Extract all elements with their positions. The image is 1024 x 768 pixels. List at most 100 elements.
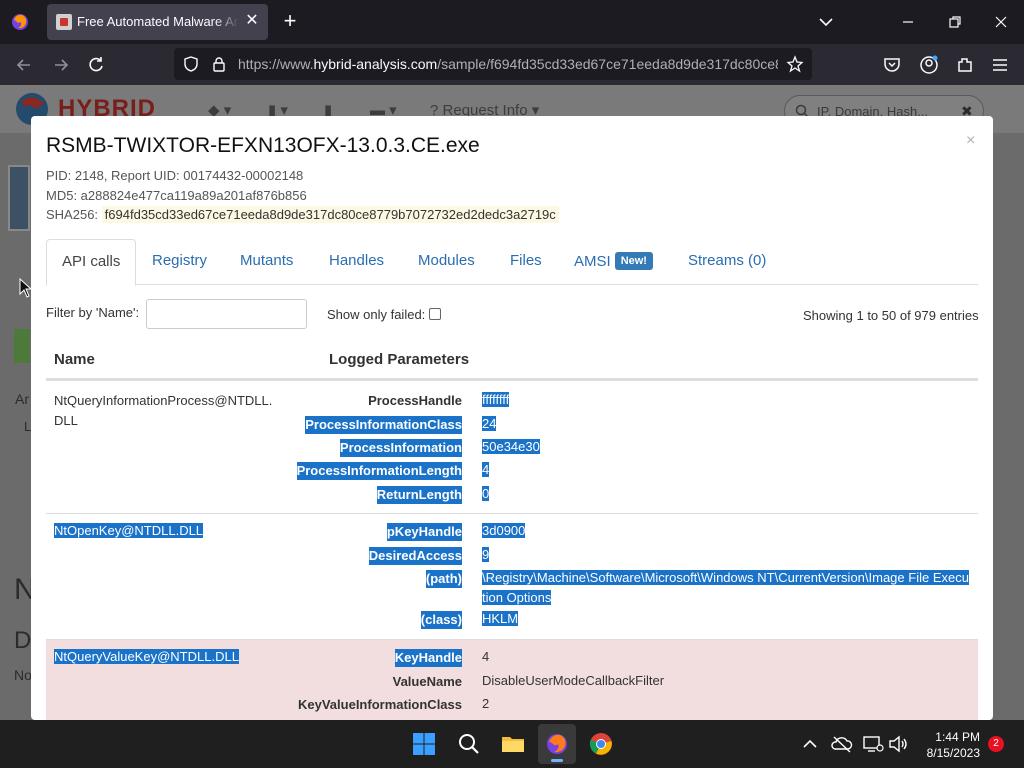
firefox-menu-icon[interactable] (10, 12, 30, 32)
lock-icon[interactable] (210, 55, 228, 73)
param-value: 50e34e30 (482, 437, 972, 457)
minimize-icon[interactable] (898, 12, 918, 32)
filter-name-input[interactable] (146, 299, 307, 329)
browser-nav-bar: https://www.hybrid-analysis.com/sample/f… (0, 44, 1024, 85)
chevron-down-icon[interactable] (816, 12, 836, 32)
notification-count-badge[interactable]: 2 (988, 736, 1004, 752)
page-text-fragment: Ar (15, 391, 29, 407)
param-key: ValueName (392, 674, 462, 689)
api-name: NtOpenKey@NTDLL.DLL (54, 521, 204, 541)
tab-mutants[interactable]: Mutants (240, 239, 293, 285)
new-badge: New! (614, 252, 653, 270)
param-key: (class) (420, 611, 462, 629)
bookmark-star-icon[interactable] (786, 55, 804, 73)
param-value: 4 (482, 649, 490, 664)
tray-chevron-up-icon[interactable] (798, 732, 822, 756)
param-value: 9 (482, 545, 972, 565)
tab-amsi[interactable]: AMSI New! (574, 239, 653, 285)
extensions-icon[interactable] (954, 54, 976, 76)
param-key: (path) (425, 570, 462, 588)
param-value-text: 3d0900 (482, 523, 526, 538)
process-filename: RSMB-TWIXTOR-EFXN13OFX-13.0.3.CE.exe (46, 134, 480, 157)
tab-api-calls[interactable]: API calls (46, 239, 137, 286)
tab-handles[interactable]: Handles (329, 239, 384, 285)
system-clock[interactable]: 1:44 PM 8/15/2023 (916, 729, 980, 761)
chrome-icon[interactable] (589, 732, 613, 756)
shield-icon[interactable] (182, 55, 200, 73)
column-name-header[interactable]: Name (54, 351, 95, 368)
entries-count: Showing 1 to 50 of 979 entries (803, 308, 979, 323)
onedrive-offline-icon[interactable] (830, 732, 854, 756)
forward-arrow-icon[interactable] (50, 54, 72, 76)
md5-line: MD5: a288824e477ca119a89a201af876b856 (46, 188, 307, 203)
param-value-text: ffffffff (482, 392, 510, 407)
tab-files[interactable]: Files (510, 239, 542, 285)
sample-thumbnail (8, 165, 30, 231)
mouse-cursor-icon (19, 278, 33, 298)
url-domain: hybrid-analysis.com (313, 56, 438, 72)
param-value: 4 (482, 460, 972, 480)
back-arrow-icon[interactable] (13, 54, 35, 76)
search-icon[interactable] (457, 732, 481, 756)
sha256-value: f694fd35cd33ed67ce71eeda8d9de317dc80ce87… (101, 206, 559, 223)
pocket-icon[interactable] (881, 54, 903, 76)
param-key: ReturnLength (376, 486, 462, 504)
param-key: ProcessHandle (368, 393, 462, 408)
param-value: HKLM (482, 609, 972, 629)
param-key: ProcessInformation (339, 439, 462, 457)
windows-taskbar: 1:44 PM 8/15/2023 2 (0, 720, 1024, 768)
firefox-icon (547, 734, 567, 754)
window-close-icon[interactable] (991, 12, 1011, 32)
table-row-failed[interactable]: NtQueryValueKey@NTDLL.DLL KeyHandle 4 Va… (46, 639, 978, 720)
url-text[interactable]: https://www.hybrid-analysis.com/sample/f… (238, 56, 778, 72)
process-details-modal: × RSMB-TWIXTOR-EFXN13OFX-13.0.3.CE.exe P… (31, 116, 993, 720)
page-heading-fragment: D (14, 627, 32, 654)
param-value: \Registry\Machine\Software\Microsoft\Win… (482, 568, 972, 608)
param-key: pKeyHandle (386, 523, 462, 541)
param-value-text: 24 (482, 416, 497, 431)
url-prefix: https://www. (238, 56, 314, 72)
volume-icon[interactable] (886, 732, 910, 756)
url-bar[interactable]: https://www.hybrid-analysis.com/sample/f… (174, 48, 812, 80)
hamburger-menu-icon[interactable] (989, 54, 1011, 76)
modal-tabs: API calls Registry Mutants Handles Modul… (46, 239, 978, 286)
tab-modules[interactable]: Modules (418, 239, 475, 285)
api-name-line: NtQueryInformationProcess@NTDLL. (54, 393, 273, 408)
clock-time: 1:44 PM (935, 730, 980, 744)
api-name-line: DLL (54, 413, 78, 428)
reload-icon[interactable] (85, 54, 107, 76)
param-value-text: 0 (482, 486, 490, 501)
windows-start-icon[interactable] (412, 732, 436, 756)
show-failed-label: Show only failed: (327, 307, 426, 322)
tab-title: Free Automated Malware Analysis Service (77, 14, 239, 29)
new-tab-button[interactable]: + (279, 10, 301, 33)
tab-close-icon[interactable]: ✕ (243, 12, 261, 30)
param-value-text: 50e34e30 (482, 439, 540, 454)
param-value-text: \Registry\Machine\Software\Microsoft\Win… (482, 570, 969, 605)
clock-date: 8/15/2023 (926, 746, 980, 760)
filter-label: Filter by 'Name': (46, 305, 140, 320)
modal-close-button[interactable]: × (966, 132, 975, 150)
param-key: KeyValueInformationClass (298, 697, 462, 712)
browser-tab-active[interactable]: Free Automated Malware Analysis Service … (47, 4, 268, 40)
network-icon[interactable] (861, 732, 885, 756)
browser-tab-bar: Free Automated Malware Analysis Service … (0, 0, 1024, 44)
tab-streams[interactable]: Streams (0) (688, 239, 766, 285)
tab-registry[interactable]: Registry (152, 239, 207, 285)
api-name: NtQueryValueKey@NTDLL.DLL (54, 647, 239, 667)
param-value-text: 9 (482, 547, 490, 562)
account-icon[interactable] (918, 54, 940, 76)
table-row[interactable]: NtOpenKey@NTDLL.DLL pKeyHandle 3d0900 De… (46, 513, 978, 639)
table-row[interactable]: NtQueryInformationProcess@NTDLL. DLL Proc… (46, 380, 978, 513)
sha256-label: SHA256: (46, 207, 99, 222)
pid-line: PID: 2148, Report UID: 00174432-00002148 (46, 168, 304, 183)
param-value-text: 4 (482, 462, 490, 477)
api-name: NtQueryInformationProcess@NTDLL. DLL (54, 391, 272, 431)
page-text-fragment: No (14, 667, 32, 683)
file-explorer-icon[interactable] (501, 732, 525, 756)
table-header: Name Logged Parameters (46, 342, 978, 380)
show-failed-checkbox[interactable] (429, 308, 441, 320)
param-key: KeyHandle (394, 649, 462, 667)
restore-icon[interactable] (945, 12, 965, 32)
api-name-line: NtQueryValueKey@NTDLL.DLL (54, 649, 239, 664)
